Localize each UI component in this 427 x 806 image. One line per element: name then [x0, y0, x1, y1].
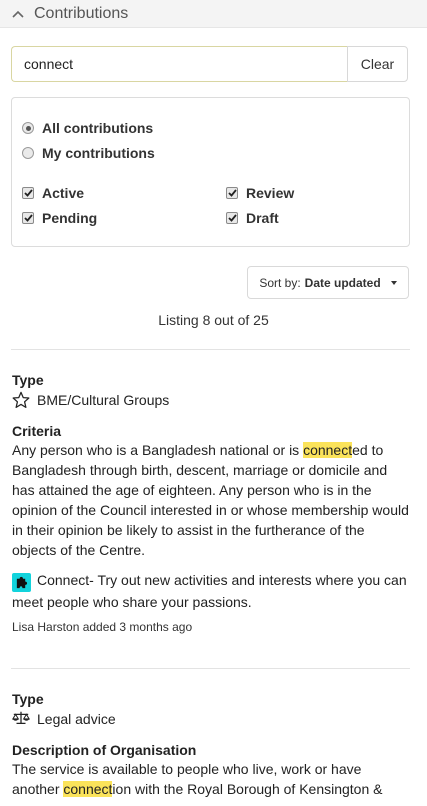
description-text: The service is available to people who l… — [12, 759, 412, 799]
type-label: Type — [12, 691, 44, 707]
search-highlight: connect — [63, 781, 113, 797]
checkbox-checked-icon[interactable] — [22, 187, 34, 199]
criteria-label: Criteria — [12, 423, 62, 439]
divider — [11, 668, 410, 669]
radio-my-contributions[interactable]: My contributions — [22, 145, 155, 161]
search-highlight: connect — [303, 442, 353, 458]
criteria-text: Any person who is a Bangladesh national … — [12, 440, 412, 560]
radio-selected-icon[interactable] — [22, 122, 34, 134]
connect-tag-line: Connect- Try out new activities and inte… — [12, 570, 412, 612]
star-outline-icon — [12, 391, 30, 409]
sort-value: Date updated — [304, 275, 381, 290]
divider — [11, 349, 410, 350]
radio-label: All contributions — [42, 120, 154, 136]
author-line: Lisa Harston added 3 months ago — [12, 620, 193, 634]
type-label: Type — [12, 372, 44, 388]
checkbox-checked-icon[interactable] — [226, 212, 238, 224]
checkbox-draft[interactable]: Draft — [226, 210, 279, 226]
checkbox-label: Draft — [246, 210, 279, 226]
checkbox-checked-icon[interactable] — [226, 187, 238, 199]
sort-prefix: Sort by: — [259, 275, 301, 290]
checkbox-pending[interactable]: Pending — [22, 210, 97, 226]
filters-box: All contributions My contributions Activ… — [11, 97, 410, 247]
description-label: Description of Organisation — [12, 742, 197, 758]
tag-text: Connect- Try out new activities and inte… — [12, 572, 407, 610]
type-value: Legal advice — [37, 711, 116, 727]
puzzle-piece-icon — [12, 573, 31, 592]
sort-dropdown-button[interactable]: Sort by: Date updated — [247, 266, 409, 299]
search-row: Clear — [11, 46, 408, 82]
text-segment: Any person who is a Bangladesh national … — [12, 442, 304, 458]
text-segment: ed to Bangladesh through birth, descent,… — [12, 442, 409, 558]
checkbox-label: Review — [246, 185, 295, 201]
radio-label: My contributions — [42, 145, 155, 161]
contribution-card[interactable]: Type Legal advice Description of Organis… — [12, 691, 412, 799]
panel-title: Contributions — [34, 4, 129, 22]
checkbox-checked-icon[interactable] — [22, 212, 34, 224]
radio-unselected-icon[interactable] — [22, 147, 34, 159]
clear-button[interactable]: Clear — [347, 46, 408, 82]
checkbox-review[interactable]: Review — [226, 185, 294, 201]
scales-icon — [12, 710, 30, 728]
text-segment: ion with the Royal Borough of Kensington… — [112, 781, 383, 797]
checkbox-active[interactable]: Active — [22, 185, 84, 201]
caret-down-icon — [390, 280, 397, 285]
contribution-card[interactable]: Type BME/Cultural Groups Criteria Any pe… — [12, 372, 412, 634]
radio-all-contributions[interactable]: All contributions — [22, 120, 153, 136]
contributions-panel-header[interactable]: Contributions — [0, 0, 427, 28]
listing-count: Listing 8 out of 25 — [158, 312, 269, 328]
checkbox-label: Pending — [42, 210, 98, 226]
chevron-up-icon — [12, 7, 26, 21]
search-input[interactable] — [11, 46, 347, 82]
checkbox-label: Active — [42, 185, 85, 201]
type-value: BME/Cultural Groups — [37, 392, 170, 408]
